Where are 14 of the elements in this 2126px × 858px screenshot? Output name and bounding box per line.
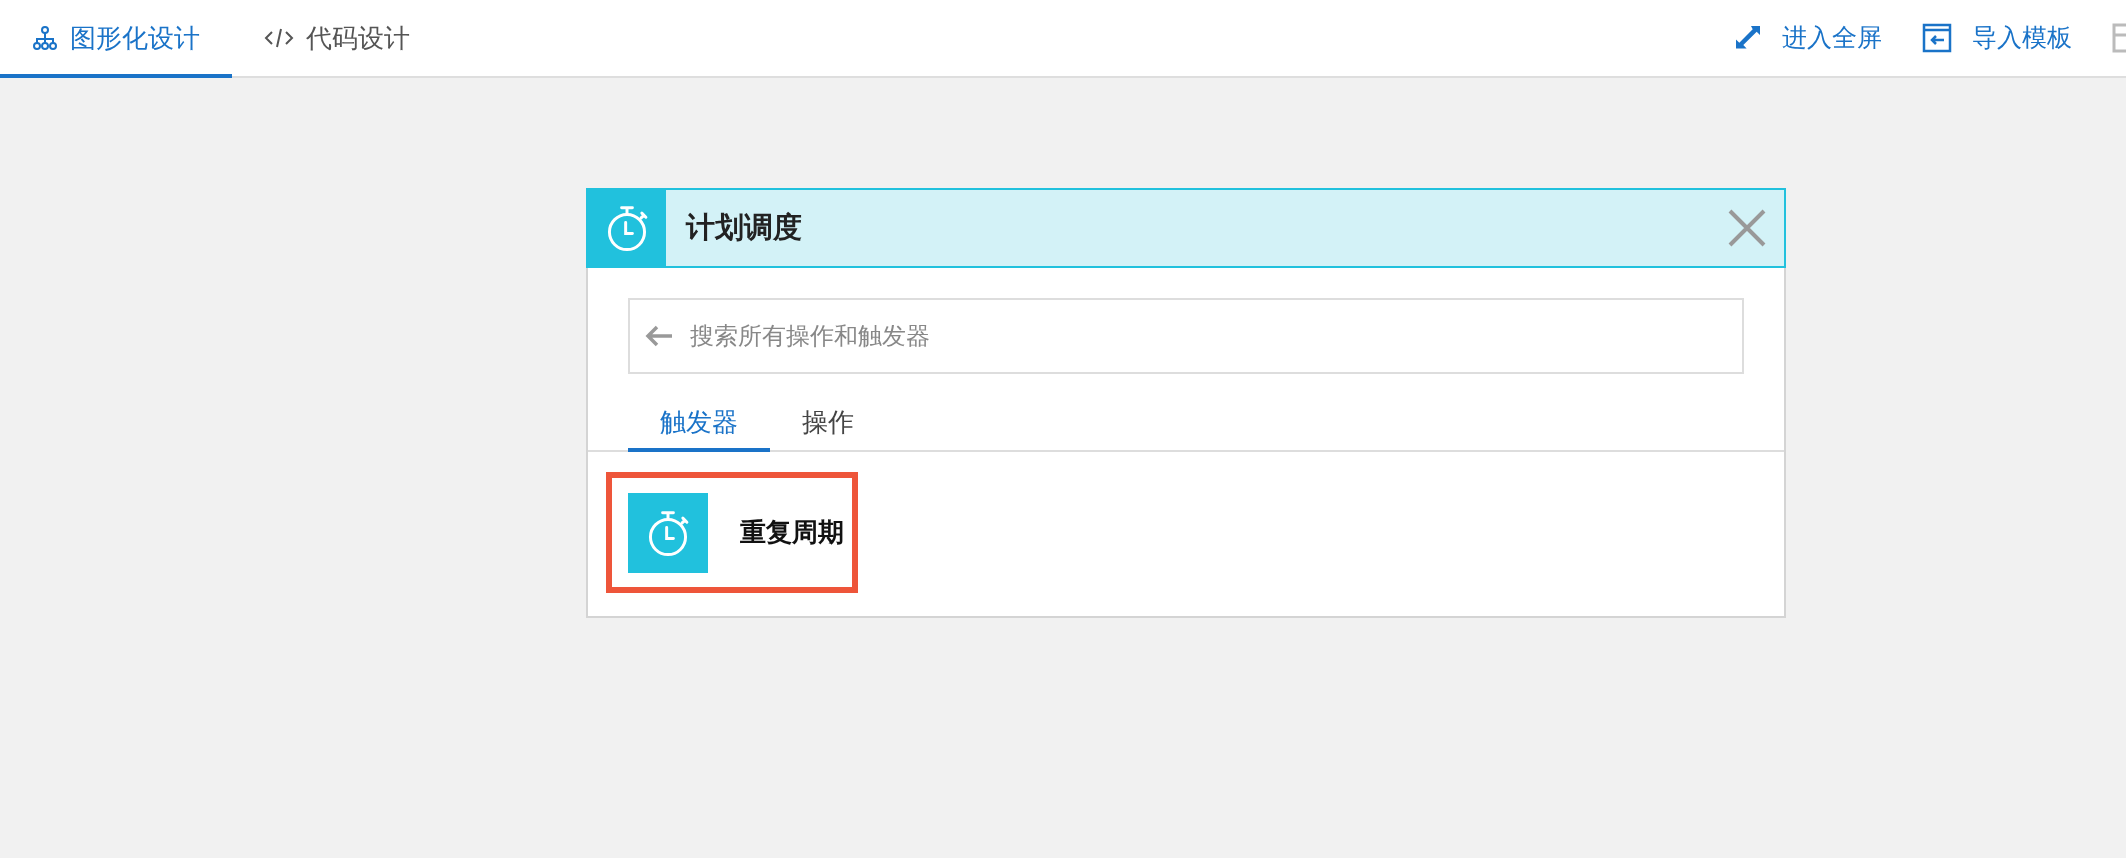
back-arrow-icon[interactable] (644, 324, 674, 348)
tab[interactable]: 代码设计 (232, 2, 442, 78)
layout-icon[interactable] (2112, 23, 2126, 53)
tab[interactable]: 图形化设计 (0, 2, 232, 78)
tab[interactable]: 操作 (770, 396, 886, 452)
trigger-item[interactable]: 重复周期 (606, 472, 858, 593)
dialog-title: 计划调度 (686, 210, 803, 246)
hierarchy-icon (32, 25, 58, 51)
toolbar-button[interactable]: 导入模板 (1922, 19, 2072, 57)
search-field[interactable]: 搜索所有操作和触发器 (628, 298, 1744, 374)
import-icon (1922, 23, 1952, 53)
code-icon (264, 26, 294, 50)
toolbar-button[interactable]: 进入全屏 (1734, 19, 1882, 57)
tab[interactable]: 触发器 (628, 396, 770, 452)
